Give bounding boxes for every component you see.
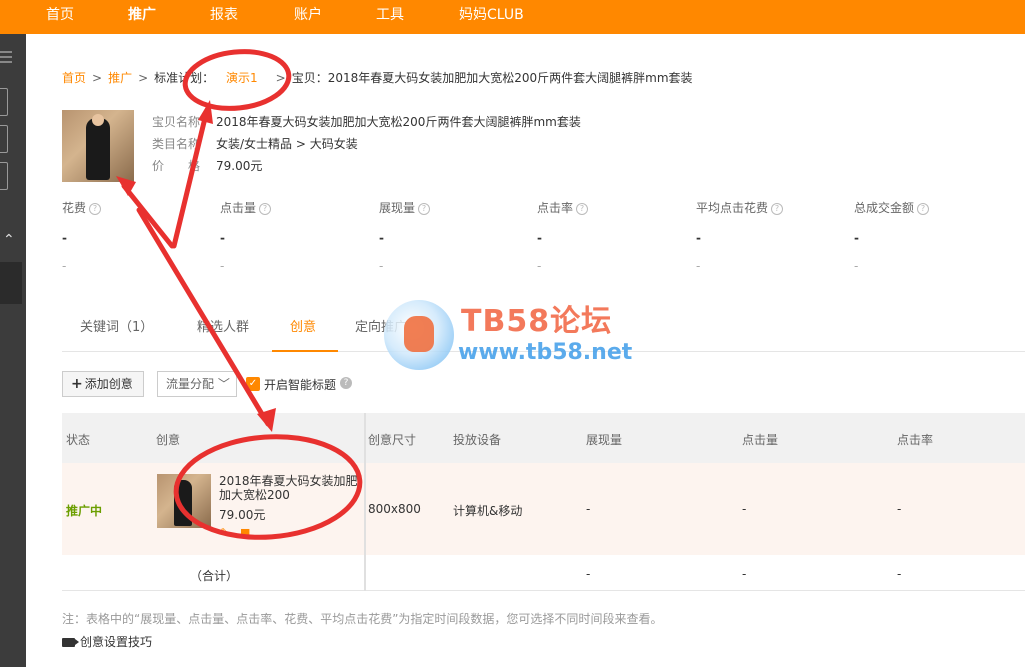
active-tab-indicator	[272, 350, 338, 352]
nav-reports[interactable]: 报表	[210, 4, 238, 24]
creative-price: 79.00元	[219, 508, 266, 522]
product-category-label: 类目名称	[152, 137, 201, 151]
total-ctr: -	[897, 567, 902, 581]
product-price-label: 价 格	[152, 159, 201, 173]
product-name-label: 宝贝名称	[152, 115, 201, 129]
tab-keywords[interactable]: 关键词（1）	[80, 316, 153, 335]
metric-impressions: 展现量? --	[379, 199, 519, 273]
creative-tips-link[interactable]: 创意设置技巧	[62, 633, 152, 650]
plus-icon: +	[71, 376, 83, 392]
creative-title: 2018年春夏大码女装加肥加大宽松200	[219, 474, 358, 502]
total-label: （合计）	[190, 569, 239, 583]
sidebar-active-block[interactable]	[0, 262, 22, 304]
help-icon[interactable]: ?	[340, 377, 352, 389]
annotation-arrow-to-image	[121, 183, 175, 249]
footnote: 注：表格中的“展现量、点击量、点击率、花费、平均点击花费”为指定时间段数据，您可…	[62, 612, 663, 626]
sidebar-tab-2[interactable]	[0, 125, 8, 153]
nav-tools[interactable]: 工具	[376, 4, 404, 24]
table-divider	[364, 413, 366, 591]
flow-allocation-select[interactable]: 流量分配 ﹀	[157, 371, 237, 397]
sidebar-tab-3[interactable]	[0, 162, 8, 190]
breadcrumb-plan-name[interactable]: 演示1	[226, 71, 258, 85]
nav-promo[interactable]: 推广	[128, 4, 156, 24]
video-camera-icon	[62, 638, 79, 647]
left-sidebar: ⌃	[0, 34, 26, 667]
chevron-down-icon: ﹀	[214, 377, 230, 391]
product-price-row: 价 格 79.00元	[152, 157, 262, 174]
watermark-title: TB58论坛	[461, 304, 613, 339]
status-badge: 推广中	[66, 504, 103, 518]
help-icon[interactable]: ?	[917, 202, 930, 215]
metric-avg-cpc: 平均点击花费? --	[696, 199, 836, 273]
creative-table: 状态 创意 创意尺寸 投放设备 展现量 点击量 点击率 推广中 2018年春夏大…	[62, 413, 1025, 591]
smart-title-label: 开启智能标题	[264, 378, 337, 392]
product-category-row: 类目名称 女装/女士精品 > 大码女装	[152, 135, 358, 152]
edit-icon[interactable]: ✎	[220, 526, 230, 539]
creative-image[interactable]	[157, 474, 211, 528]
help-icon[interactable]: ?	[259, 202, 272, 215]
watermark-url: www.tb58.net	[458, 340, 633, 365]
breadcrumb-item: 宝贝：2018年春夏大码女装加肥加大宽松200斤两件套大阔腿裤胖mm套装	[291, 71, 693, 85]
total-impressions: -	[586, 567, 591, 581]
creative-device: 计算机&移动	[453, 504, 523, 518]
table-header: 状态 创意 创意尺寸 投放设备 展现量 点击量 点击率	[62, 413, 1025, 463]
row-ctr: -	[897, 502, 902, 516]
table-row: 推广中 2018年春夏大码女装加肥加大宽松200 79.00元 ✎ ■ 800x…	[62, 463, 1025, 555]
chevron-up-icon[interactable]: ⌃	[3, 232, 15, 248]
nav-mama-club[interactable]: 妈妈CLUB	[459, 4, 524, 24]
product-name: 2018年春夏大码女装加肥加大宽松200斤两件套大阔腿裤胖mm套装	[216, 115, 581, 129]
product-name-row: 宝贝名称 2018年春夏大码女装加肥加大宽松200斤两件套大阔腿裤胖mm套装	[152, 113, 581, 130]
help-icon[interactable]: ?	[771, 202, 784, 215]
nav-account[interactable]: 账户	[294, 4, 322, 24]
creative-size: 800x800	[368, 502, 421, 516]
top-nav: 首页 推广 报表 账户 工具 妈妈CLUB	[0, 0, 1025, 34]
tab-creative[interactable]: 创意	[290, 316, 316, 335]
help-icon[interactable]: ?	[576, 202, 589, 215]
row-clicks: -	[742, 502, 747, 516]
smart-title-checkbox[interactable]: ✓	[246, 377, 260, 391]
sidebar-tab-1[interactable]	[0, 88, 8, 116]
breadcrumb: 首页 > 推广 > 标准计划： 演示1 > 宝贝：2018年春夏大码女装加肥加大宽松200斤…	[62, 71, 693, 85]
metric-total-gmv: 总成交金额? --	[854, 199, 994, 273]
add-creative-button[interactable]: + 添加创意	[62, 371, 144, 397]
metric-cost: 花费? --	[62, 199, 202, 273]
help-icon[interactable]: ?	[418, 202, 431, 215]
breadcrumb-promo[interactable]: 推广	[108, 71, 132, 85]
product-category: 女装/女士精品 > 大码女装	[216, 137, 358, 151]
help-icon[interactable]: ?	[89, 202, 102, 215]
trash-icon[interactable]: ■	[240, 526, 250, 539]
breadcrumb-plan-label: 标准计划：	[154, 71, 215, 85]
metric-ctr: 点击率? --	[537, 199, 677, 273]
table-total-row: （合计） - - -	[62, 555, 1025, 591]
tab-audience[interactable]: 精选人群	[197, 316, 249, 335]
product-price: 79.00元	[216, 159, 263, 173]
menu-icon[interactable]	[0, 48, 14, 64]
nav-home[interactable]: 首页	[46, 4, 74, 24]
total-clicks: -	[742, 567, 747, 581]
breadcrumb-home[interactable]: 首页	[62, 71, 86, 85]
product-image	[62, 110, 134, 182]
hand-icon	[404, 316, 434, 352]
row-impressions: -	[586, 502, 591, 516]
metric-clicks: 点击量? --	[220, 199, 360, 273]
